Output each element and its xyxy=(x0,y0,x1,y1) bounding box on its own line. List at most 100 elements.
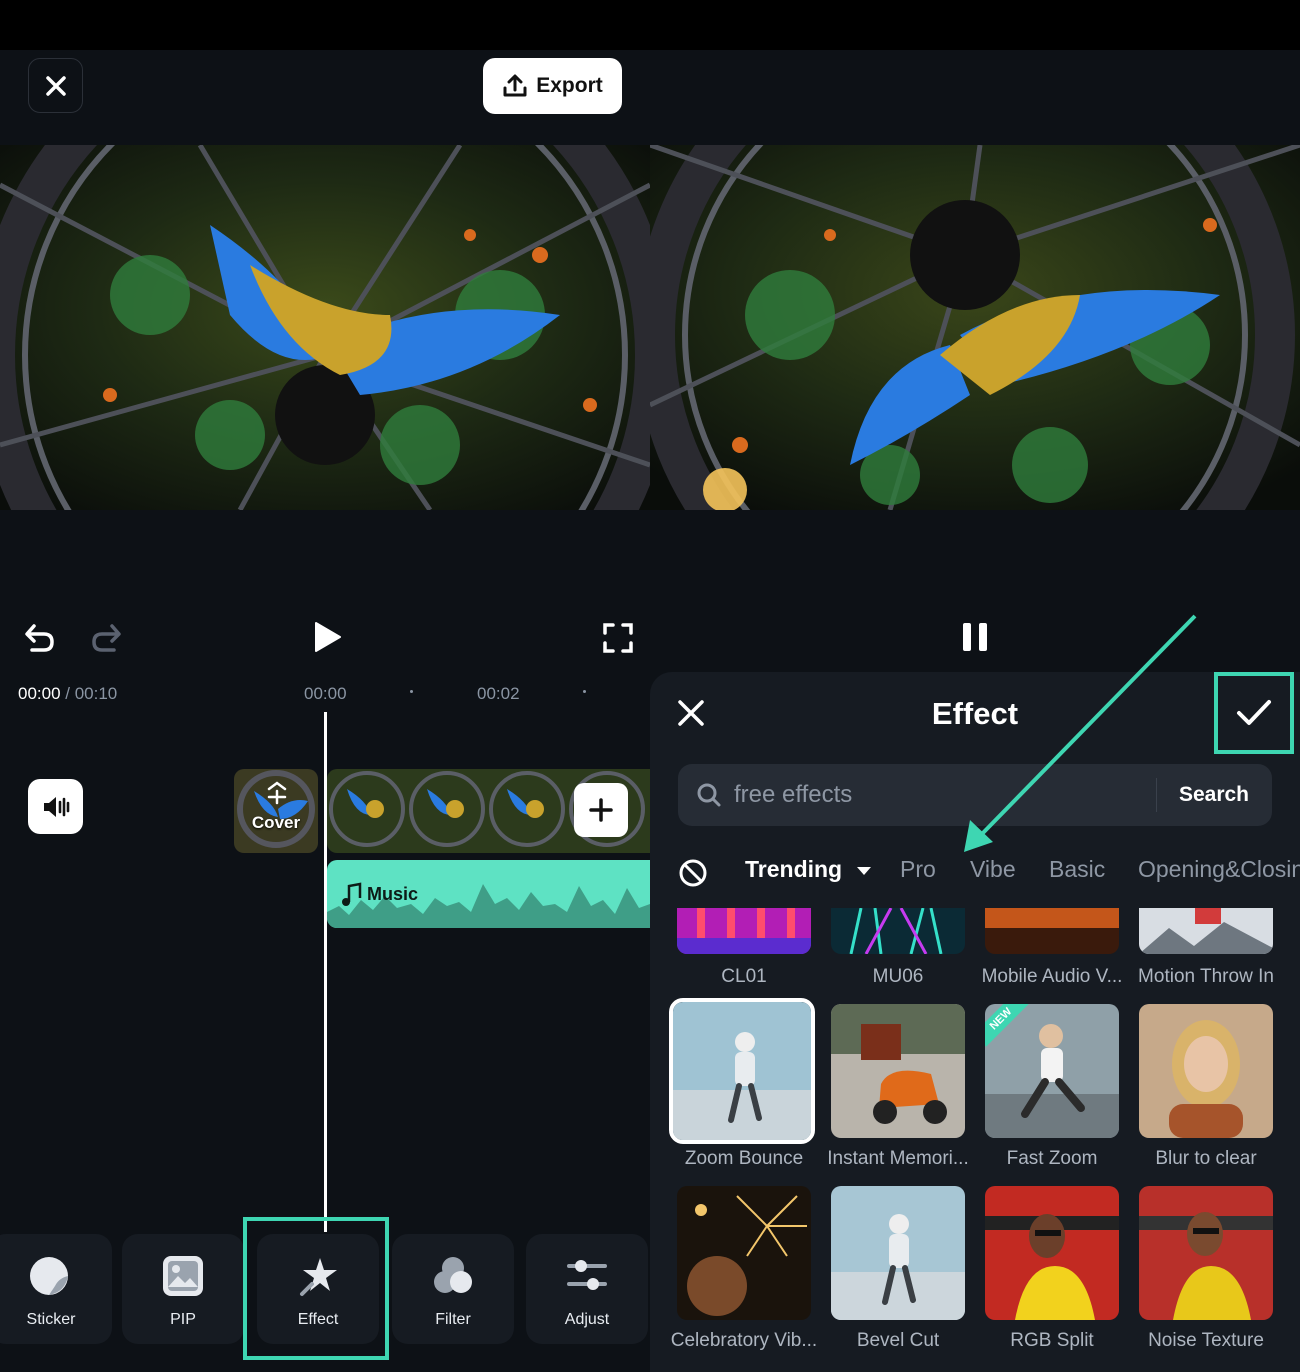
pip-icon xyxy=(163,1256,203,1296)
effect-thumbnail xyxy=(1139,1186,1273,1320)
filter-icon xyxy=(434,1257,472,1293)
status-bar xyxy=(650,0,1300,50)
effect-label: Mobile Audio V... xyxy=(981,966,1123,987)
scooter-image xyxy=(831,1004,965,1138)
fullscreen-icon[interactable] xyxy=(602,622,634,654)
effect-grid: CL01 MU06 Mobile Audio V... Motion Throw… xyxy=(650,908,1300,1372)
fireworks-image xyxy=(677,1186,811,1320)
ruler-tick: 00:02 xyxy=(477,684,520,703)
effect-label: Zoom Bounce xyxy=(684,1148,804,1169)
cover-thumbnail[interactable]: Cover xyxy=(234,769,318,853)
close-editor-button[interactable] xyxy=(28,58,83,113)
play-icon[interactable] xyxy=(310,620,344,654)
woman-red-wall-image xyxy=(985,1186,1119,1320)
search-input[interactable] xyxy=(734,778,1134,812)
portrait-woman-image xyxy=(1139,1004,1273,1138)
sticker-tool-label: Sticker xyxy=(26,1311,76,1328)
music-track[interactable]: Music xyxy=(327,860,650,928)
cover-label: Cover xyxy=(251,813,301,832)
effect-label: Fast Zoom xyxy=(1006,1148,1098,1169)
upload-icon xyxy=(503,74,527,97)
playhead[interactable] xyxy=(324,712,327,1232)
effect-thumbnail xyxy=(831,908,965,954)
snowy-mountain-image xyxy=(1139,908,1273,954)
redo-icon[interactable] xyxy=(90,620,124,654)
panel-title: Effect xyxy=(931,696,1019,731)
tab-vibe[interactable]: Vibe xyxy=(970,856,1016,883)
effect-thumbnail xyxy=(677,1186,811,1320)
status-bar xyxy=(0,0,650,50)
confirm-effect-button[interactable] xyxy=(1214,672,1294,754)
effect-label: Noise Texture xyxy=(1148,1330,1264,1351)
tab-basic[interactable]: Basic xyxy=(1049,856,1105,883)
music-label: Music xyxy=(367,884,419,904)
effect-search-bar: Search xyxy=(678,764,1272,826)
pip-tool-label: PIP xyxy=(170,1311,196,1328)
dancer-beach-image xyxy=(831,1186,965,1320)
video-preview[interactable] xyxy=(650,145,1300,510)
effect-thumbnail xyxy=(831,1004,965,1138)
effect-thumbnail xyxy=(1139,1004,1273,1138)
timecode: 00:00 / 00:10 xyxy=(18,684,117,704)
kaleidoscope-bird-frame xyxy=(0,145,650,510)
search-button[interactable]: Search xyxy=(1156,764,1272,826)
no-effect-icon[interactable] xyxy=(678,858,708,888)
ruler-dot xyxy=(410,690,413,693)
effect-label: Bevel Cut xyxy=(856,1330,940,1351)
effect-panel: Effect Search Trending Pro Vibe Basic xyxy=(650,672,1300,1372)
mute-audio-button[interactable] xyxy=(28,779,83,834)
effect-thumbnail xyxy=(677,908,811,954)
music-note-icon xyxy=(342,882,362,906)
effect-label: Blur to clear xyxy=(1155,1148,1257,1169)
undo-icon[interactable] xyxy=(22,620,56,654)
effect-thumbnail xyxy=(985,908,1119,954)
plus-icon xyxy=(589,798,613,822)
stage-lights-image xyxy=(677,908,811,954)
effect-category-tabs: Trending Pro Vibe Basic Opening&Closing xyxy=(650,856,1300,896)
effect-thumbnail-selected xyxy=(669,998,815,1144)
effect-tool-highlight xyxy=(243,1217,389,1360)
search-icon xyxy=(697,783,721,807)
effect-label: RGB Split xyxy=(1010,1330,1094,1351)
ruler-tick: 00:00 xyxy=(304,684,347,703)
export-button[interactable]: Export xyxy=(483,58,622,114)
adjust-tool-label: Adjust xyxy=(564,1311,610,1328)
effect-thumbnail: NEW xyxy=(985,1004,1119,1138)
neon-plants-image xyxy=(831,908,965,954)
pause-icon[interactable] xyxy=(960,620,990,654)
tab-pro[interactable]: Pro xyxy=(900,856,936,883)
adjust-icon xyxy=(567,1260,607,1290)
checkmark-icon xyxy=(1237,700,1271,725)
time-separator: / xyxy=(60,684,75,703)
cover-image xyxy=(234,769,318,853)
effect-label: CL01 xyxy=(721,966,767,987)
filter-tool-button[interactable]: Filter xyxy=(392,1234,514,1344)
effect-label: Motion Throw In xyxy=(1138,966,1274,987)
sticker-icon xyxy=(30,1257,68,1295)
effect-label: Instant Memori... xyxy=(827,1148,969,1169)
effect-label: MU06 xyxy=(872,966,924,987)
kaleidoscope-bird-frame xyxy=(650,145,1300,510)
sunset-image xyxy=(985,908,1119,954)
tab-trending-label: Trending xyxy=(745,856,843,882)
dancer-beach-image xyxy=(673,1002,811,1140)
ruler-dot xyxy=(583,690,586,693)
caret-down-icon xyxy=(856,866,871,875)
effect-label: Celebratory Vib... xyxy=(670,1330,818,1351)
speaker-icon xyxy=(43,796,69,817)
editor-screen: Export 00:00 / 00:10 00:00 00:02 Cover M… xyxy=(0,0,650,1372)
add-clip-button[interactable] xyxy=(574,783,628,837)
adjust-tool-button[interactable]: Adjust xyxy=(526,1234,648,1344)
tab-trending[interactable]: Trending xyxy=(745,856,873,883)
woman-red-wall-image xyxy=(1139,1186,1273,1320)
video-preview[interactable] xyxy=(0,145,650,510)
pip-tool-button[interactable]: PIP xyxy=(122,1234,244,1344)
sticker-tool-button[interactable]: Sticker xyxy=(0,1234,112,1344)
filter-tool-label: Filter xyxy=(435,1311,471,1328)
tab-opening-closing[interactable]: Opening&Closing xyxy=(1138,856,1300,883)
effect-thumbnail xyxy=(985,1186,1119,1320)
effect-thumbnail xyxy=(831,1186,965,1320)
time-total: 00:10 xyxy=(74,684,118,703)
time-current: 00:00 xyxy=(18,684,61,703)
effect-thumbnail xyxy=(1139,908,1273,954)
